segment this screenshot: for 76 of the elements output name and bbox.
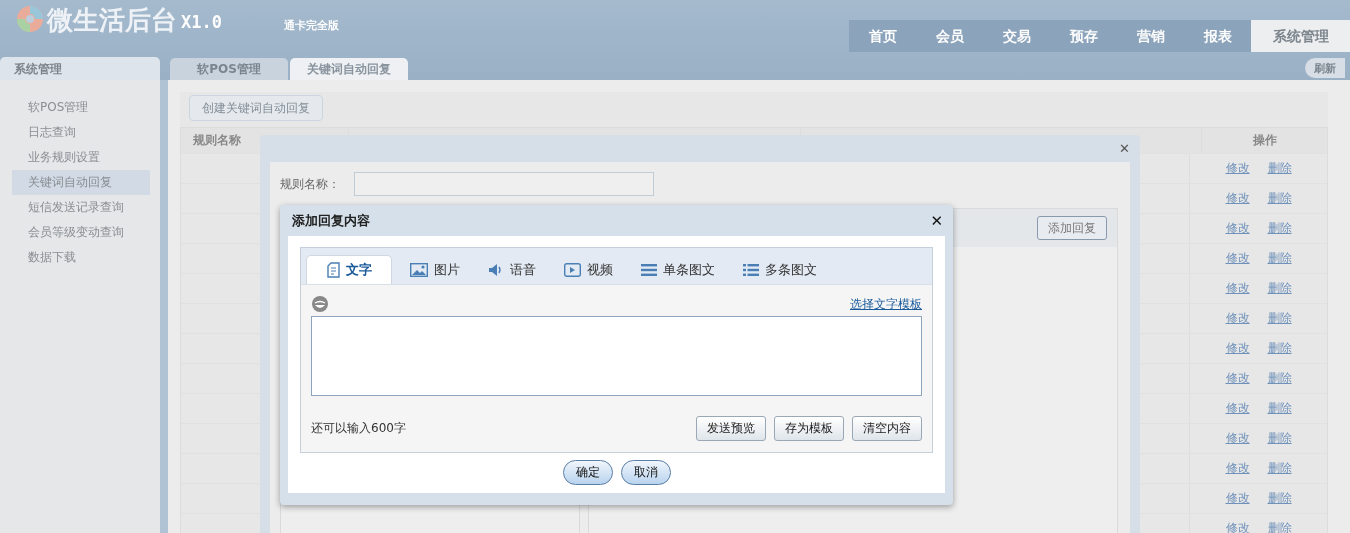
action-link[interactable]: 修改: [1225, 460, 1250, 477]
column-header: 规则名称: [193, 132, 241, 149]
content-type-tab[interactable]: 单条图文: [627, 255, 729, 284]
page-tab[interactable]: 关键词自动回复: [290, 58, 408, 80]
cancel-button[interactable]: 取消: [620, 460, 671, 485]
content-type-tab[interactable]: 文字: [306, 255, 392, 284]
logo-icon: [15, 4, 45, 34]
action-link[interactable]: 修改: [1225, 310, 1250, 327]
rule-name-field[interactable]: [354, 172, 654, 196]
action-link[interactable]: 修改: [1225, 190, 1250, 207]
action-link[interactable]: 修改: [1225, 490, 1250, 507]
action-link[interactable]: 修改: [1225, 220, 1250, 237]
page-tab[interactable]: 软POS管理: [170, 58, 288, 80]
template-link[interactable]: 选择文字模板: [850, 296, 922, 313]
add-reply-button[interactable]: 添加回复: [1037, 216, 1107, 240]
action-link[interactable]: 删除: [1267, 490, 1292, 507]
nav-tab[interactable]: 预存: [1050, 20, 1117, 52]
sidebar-item[interactable]: 软POS管理: [12, 95, 150, 120]
nav-tab[interactable]: 报表: [1184, 20, 1251, 52]
smiley-icon[interactable]: [311, 295, 329, 313]
action-link[interactable]: 修改: [1225, 160, 1250, 177]
sidebar-item[interactable]: 会员等级变动查询: [12, 220, 150, 245]
create-rule-button[interactable]: 创建关键词自动回复: [189, 95, 323, 121]
action-link[interactable]: 删除: [1267, 340, 1292, 357]
action-link[interactable]: 修改: [1225, 340, 1250, 357]
action-link[interactable]: 修改: [1225, 430, 1250, 447]
sidebar-title: 系统管理: [0, 57, 160, 80]
action-link[interactable]: 修改: [1225, 250, 1250, 267]
action-link[interactable]: 删除: [1267, 250, 1292, 267]
version-label: X1.0: [181, 12, 222, 32]
action-link[interactable]: 修改: [1225, 400, 1250, 417]
list-icon: [743, 263, 759, 276]
action-link[interactable]: 修改: [1225, 370, 1250, 387]
char-counter: 还可以输入600字: [311, 420, 406, 437]
sidebar-item[interactable]: 短信发送记录查询: [12, 195, 150, 220]
sidebar-item[interactable]: 关键词自动回复: [12, 170, 150, 195]
nav-tab[interactable]: 首页: [849, 20, 916, 52]
action-link[interactable]: 删除: [1267, 460, 1292, 477]
sidebar-item[interactable]: 日志查询: [12, 120, 150, 145]
edition-label: 通卡完全版: [283, 18, 339, 33]
action-link[interactable]: 删除: [1267, 370, 1292, 387]
confirm-button[interactable]: 确定: [562, 460, 613, 485]
play-icon: [564, 262, 581, 277]
action-link[interactable]: 删除: [1267, 160, 1292, 177]
app-title: 微生活后台: [47, 4, 177, 37]
action-link[interactable]: 删除: [1267, 310, 1292, 327]
sidebar-item[interactable]: 业务规则设置: [12, 145, 150, 170]
action-link[interactable]: 删除: [1267, 430, 1292, 447]
action-link[interactable]: 删除: [1267, 220, 1292, 237]
nav-tab[interactable]: 营销: [1117, 20, 1184, 52]
action-link[interactable]: 删除: [1267, 520, 1292, 533]
editor-button[interactable]: 发送预览: [696, 416, 766, 441]
editor-button[interactable]: 存为模板: [774, 416, 844, 441]
lines-icon: [641, 263, 657, 276]
content-type-tab[interactable]: 视频: [550, 255, 627, 284]
refresh-button[interactable]: 刷新: [1305, 58, 1345, 78]
action-link[interactable]: 修改: [1225, 280, 1250, 297]
sidebar-item[interactable]: 数据下载: [12, 245, 150, 270]
speaker-icon: [488, 262, 504, 277]
action-link[interactable]: 删除: [1267, 190, 1292, 207]
dialog-title: 添加回复内容: [292, 211, 370, 230]
action-link[interactable]: 删除: [1267, 280, 1292, 297]
nav-tab[interactable]: 交易: [983, 20, 1050, 52]
action-link[interactable]: 修改: [1225, 520, 1250, 533]
content-type-tab[interactable]: 图片: [396, 255, 474, 284]
rule-name-label: 规则名称：: [280, 175, 340, 193]
editor-button[interactable]: 清空内容: [852, 416, 922, 441]
content-type-tab[interactable]: 语音: [474, 255, 550, 284]
picture-icon: [410, 262, 428, 277]
nav-tab[interactable]: 系统管理: [1251, 20, 1350, 52]
nav-tab[interactable]: 会员: [916, 20, 983, 52]
action-link[interactable]: 删除: [1267, 400, 1292, 417]
reply-text-field[interactable]: [311, 316, 922, 396]
content-type-tab[interactable]: 多条图文: [729, 255, 831, 284]
document-icon: [326, 262, 340, 278]
column-header: 操作: [1251, 132, 1278, 149]
